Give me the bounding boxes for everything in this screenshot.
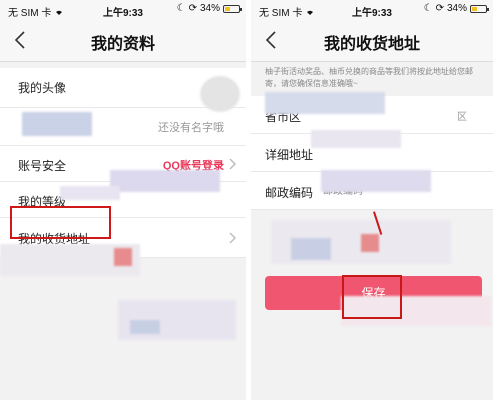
address-notice: 柚子街活动奖品、柚币兑换的商品等我们将按此地址给您邮寄，请您确保信息准确哦~ — [251, 62, 493, 96]
postal-code-label: 邮政编码 — [265, 186, 314, 200]
orientation-lock-icon: ⟳ — [435, 3, 444, 14]
nav-bar: 我的收货地址 — [251, 20, 493, 62]
row-label: 我的头像 — [18, 81, 67, 95]
battery-percent: 34% — [446, 3, 467, 14]
battery-percent: 34% — [199, 3, 220, 14]
privacy-mosaic — [341, 296, 491, 326]
battery-icon — [223, 4, 242, 13]
privacy-mosaic — [265, 92, 385, 114]
annotation-highlight-box — [10, 206, 111, 239]
moon-icon: ☾ — [423, 3, 433, 14]
moon-icon: ☾ — [176, 3, 186, 14]
battery-icon — [470, 4, 489, 13]
privacy-mosaic — [114, 248, 132, 266]
privacy-mosaic — [291, 238, 331, 260]
left-phone-screen: 无 SIM 卡 上午9:33 ☾ ⟳ 34% 我的资料 我的头像 还没有名字哦 … — [0, 0, 246, 400]
status-bar: 无 SIM 卡 上午9:33 ☾ ⟳ 34% — [0, 0, 246, 20]
battery-indicator: ☾ ⟳ 34% — [176, 3, 242, 14]
chevron-right-icon — [229, 232, 236, 244]
privacy-mosaic — [321, 170, 431, 192]
privacy-mosaic — [22, 112, 92, 136]
orientation-lock-icon: ⟳ — [188, 3, 197, 14]
privacy-mosaic — [60, 186, 120, 200]
battery-indicator: ☾ ⟳ 34% — [423, 3, 489, 14]
right-phone-screen: 无 SIM 卡 上午9:33 ☾ ⟳ 34% 我的收货地址 柚子街活动奖品、柚币… — [251, 0, 493, 400]
page-title: 我的收货地址 — [323, 36, 420, 53]
privacy-mosaic — [110, 170, 220, 192]
privacy-mosaic — [361, 234, 379, 252]
privacy-mosaic — [311, 130, 401, 148]
privacy-mosaic — [200, 76, 240, 112]
privacy-mosaic — [130, 320, 160, 334]
chevron-right-icon — [229, 158, 236, 170]
page-title: 我的资料 — [90, 36, 155, 53]
row-label: 账号安全 — [18, 159, 67, 173]
street-address-label: 详细地址 — [265, 148, 314, 162]
status-bar: 无 SIM 卡 上午9:33 ☾ ⟳ 34% — [251, 0, 493, 20]
nav-bar: 我的资料 — [0, 20, 246, 62]
nickname-value: 还没有名字哦 — [158, 122, 224, 134]
